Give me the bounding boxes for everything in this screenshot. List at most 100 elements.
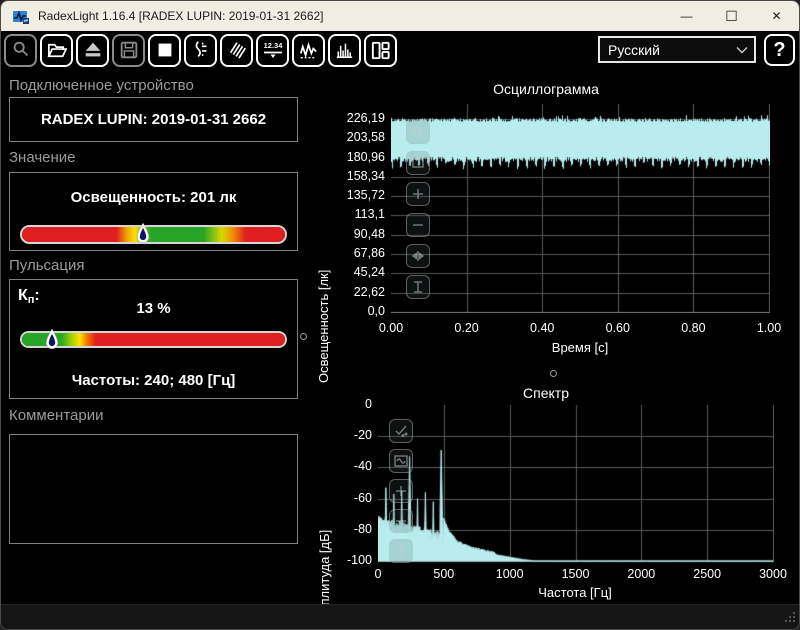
- axis-tick-label: -20: [353, 428, 372, 443]
- light-rays-icon: [229, 42, 246, 59]
- stop-square-icon: [158, 43, 171, 57]
- stop-button[interactable]: [148, 33, 181, 67]
- axis-tick-label: 3000: [759, 567, 787, 581]
- axis-tick-label: -80: [353, 521, 372, 536]
- axis-tick-label: 2000: [627, 567, 656, 581]
- light-source-button[interactable]: [220, 33, 253, 67]
- smooth-wave-icon: [394, 455, 408, 467]
- eject-icon: [85, 42, 100, 57]
- eject-button[interactable]: [76, 33, 109, 67]
- waveform-marker-icon: [195, 41, 206, 57]
- frequencies-value: Частоты: 240; 480 [Гц]: [71, 372, 236, 389]
- pan-rect-tool-button[interactable]: [406, 151, 430, 175]
- open-file-button[interactable]: [40, 33, 73, 67]
- fit-vertical-tool-button[interactable]: [406, 275, 430, 299]
- toolbar: 12.34 Русский ?: [1, 31, 799, 69]
- report-view-button[interactable]: [364, 33, 397, 67]
- language-select[interactable]: Русский: [598, 36, 756, 63]
- oscillogram-xlabel: Время [с]: [551, 340, 609, 355]
- fit-vertical-icon: [414, 281, 422, 293]
- zoom-in-icon: [413, 189, 423, 199]
- axis-tick-label: -100: [346, 553, 372, 567]
- oscillogram-wave-icon: [300, 41, 317, 58]
- magnifier-icon: [13, 41, 28, 57]
- fit-horizontal-icon: [411, 251, 425, 261]
- zoom-out-icon: [413, 224, 423, 226]
- maximize-button[interactable]: ☐: [709, 1, 754, 31]
- waveform-app-icon: [13, 10, 29, 24]
- spectrum-view-button[interactable]: [328, 33, 361, 67]
- pulsation-section-header: Пульсация: [9, 257, 85, 274]
- pan-rect-icon: [412, 158, 424, 168]
- zoom-out-tool-button[interactable]: [389, 509, 413, 533]
- title-bar[interactable]: RadexLight 1.16.4 [RADEX LUPIN: 2019-01-…: [1, 1, 799, 31]
- zoom-in-icon: [396, 486, 406, 496]
- oscillogram-plot[interactable]: [391, 104, 770, 313]
- value-section-header: Значение: [9, 149, 76, 166]
- save-button[interactable]: [112, 33, 145, 67]
- device-section-header: Подключенное устройство: [9, 77, 194, 94]
- device-box: RADEX LUPIN: 2019-01-31 2662: [9, 97, 298, 142]
- panel-splitter-handle[interactable]: [300, 333, 307, 340]
- report-layout-icon: [371, 41, 390, 59]
- magnifier-icon: [412, 125, 425, 138]
- axis-tick-label: 135,72: [346, 188, 385, 203]
- zoom-out-tool-button[interactable]: [406, 213, 430, 237]
- axis-tick-label: 500: [433, 567, 455, 581]
- search-button[interactable]: [4, 33, 37, 67]
- axis-tick-label: 158,34: [346, 168, 385, 183]
- oscillogram-title: Осциллограмма: [493, 81, 599, 97]
- axis-tick-label: 0: [374, 567, 382, 581]
- illuminance-reading: Освещенность: 201 лк: [70, 189, 237, 206]
- fit-vertical-tool-button[interactable]: [389, 539, 413, 563]
- illuminance-scale: [20, 222, 287, 244]
- axis-tick-label: 0.40: [530, 321, 555, 335]
- fit-horizontal-tool-button[interactable]: [406, 244, 430, 268]
- help-button[interactable]: ?: [764, 34, 795, 66]
- axis-tick-label: 113,1: [354, 207, 385, 222]
- minimize-button[interactable]: —: [664, 1, 709, 31]
- axis-tick-label: 1000: [495, 567, 524, 581]
- device-name: RADEX LUPIN: 2019-01-31 2662: [40, 111, 267, 128]
- language-selected-value: Русский: [608, 41, 660, 58]
- checkmark-tool-button[interactable]: [389, 419, 413, 443]
- axis-tick-label: 180,96: [346, 149, 385, 164]
- save-floppy-icon: [120, 41, 137, 59]
- comments-section-header: Комментарии: [9, 407, 104, 424]
- zoom-out-icon: [396, 520, 406, 522]
- spectrum-title: Спектр: [523, 385, 569, 401]
- magnifier-tool-button[interactable]: [406, 120, 430, 144]
- checkmark-icon: [395, 425, 408, 437]
- kp-value: 13 %: [136, 300, 171, 317]
- smooth-wave-tool-button[interactable]: [389, 449, 413, 473]
- axis-tick-label: 0.60: [605, 321, 630, 335]
- app-window: RadexLight 1.16.4 [RADEX LUPIN: 2019-01-…: [0, 0, 800, 630]
- spectrum-bars-icon: [336, 43, 353, 58]
- axis-tick-label: -40: [353, 459, 372, 474]
- resize-grip-icon[interactable]: [782, 612, 795, 625]
- signal-settings-button[interactable]: [184, 33, 217, 67]
- pulsation-box: Кп: 13 % Частоты: 240; 480 [Гц]: [9, 279, 298, 399]
- close-button[interactable]: ✕: [754, 1, 799, 31]
- axis-tick-label: 226,19: [346, 111, 385, 125]
- spectrum-plot[interactable]: [378, 405, 774, 563]
- illuminance-indicator-icon: [136, 222, 149, 244]
- axis-tick-label: 2500: [693, 567, 722, 581]
- axis-tick-label: 203,58: [346, 130, 385, 145]
- zoom-in-tool-button[interactable]: [389, 479, 413, 503]
- open-folder-icon: [47, 43, 68, 57]
- chart-splitter-handle[interactable]: [550, 370, 557, 377]
- axis-tick-label: -60: [353, 490, 372, 505]
- svg-text:12.34: 12.34: [263, 41, 283, 50]
- comments-input[interactable]: [9, 434, 298, 544]
- kp-label: Кп:: [18, 287, 40, 306]
- values-view-button[interactable]: 12.34: [256, 33, 289, 67]
- main-content: Подключенное устройство RADEX LUPIN: 201…: [1, 69, 799, 623]
- spectrum-xlabel: Частота [Гц]: [538, 585, 612, 600]
- axis-tick-label: 1500: [561, 567, 590, 581]
- oscillogram-view-button[interactable]: [292, 33, 325, 67]
- window-title: RadexLight 1.16.4 [RADEX LUPIN: 2019-01-…: [38, 9, 324, 23]
- axis-tick-label: 0: [365, 397, 372, 411]
- zoom-in-tool-button[interactable]: [406, 182, 430, 206]
- chevron-down-icon: [736, 46, 748, 53]
